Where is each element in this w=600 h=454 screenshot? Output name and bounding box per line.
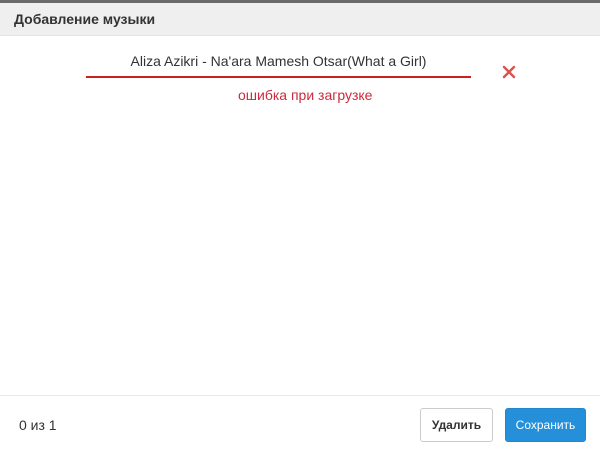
delete-button[interactable]: Удалить <box>420 408 493 442</box>
upload-counter: 0 из 1 <box>19 417 57 433</box>
close-x-icon[interactable] <box>501 64 517 80</box>
upload-error-message: ошибка при загрузке <box>238 87 373 103</box>
track-upload-row: Aliza Azikri - Na'ara Mamesh Otsar(What … <box>86 50 471 78</box>
dialog-header: Добавление музыки <box>0 3 600 36</box>
add-music-dialog: Добавление музыки Aliza Azikri - Na'ara … <box>0 0 600 454</box>
dialog-footer: 0 из 1 Удалить Сохранить <box>0 395 600 454</box>
save-button[interactable]: Сохранить <box>505 408 586 442</box>
track-name: Aliza Azikri - Na'ara Mamesh Otsar(What … <box>130 53 427 69</box>
dialog-title: Добавление музыки <box>14 11 156 27</box>
